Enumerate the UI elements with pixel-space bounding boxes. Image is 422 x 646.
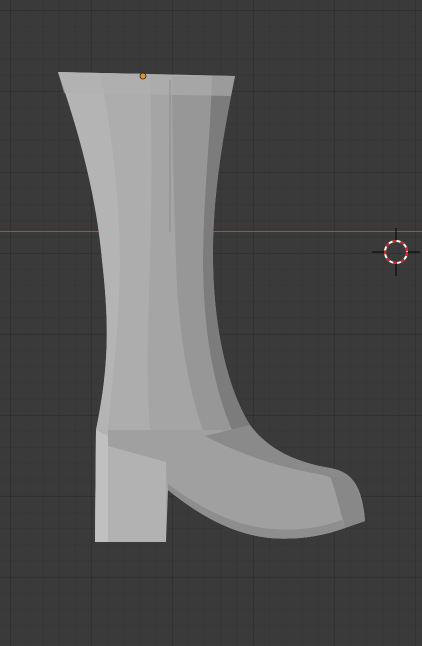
scene-canvas[interactable] bbox=[0, 0, 422, 646]
boot-mesh[interactable] bbox=[58, 72, 365, 542]
object-origin-dot[interactable] bbox=[139, 72, 147, 80]
heel-side bbox=[95, 430, 108, 542]
shaft-top-band bbox=[58, 72, 235, 96]
3d-viewport[interactable] bbox=[0, 0, 422, 646]
crosshair-target-icon[interactable] bbox=[372, 228, 420, 276]
